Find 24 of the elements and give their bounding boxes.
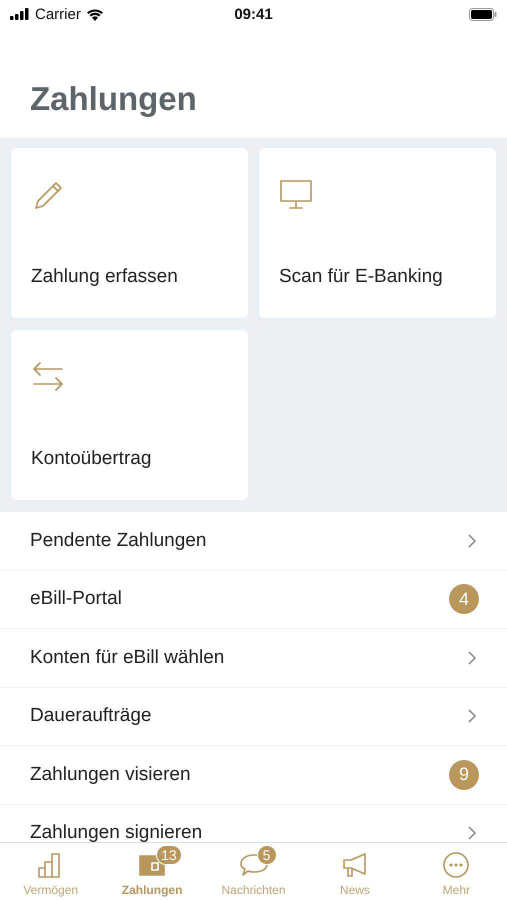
action-tile[interactable]: Zahlung erfassen bbox=[11, 148, 248, 318]
action-tile[interactable]: Scan für E-Banking bbox=[259, 148, 496, 318]
wifi-icon bbox=[86, 8, 104, 20]
action-tile[interactable]: Kontoübertrag bbox=[11, 330, 248, 500]
count-badge: 13 bbox=[156, 845, 182, 865]
menu-item[interactable]: Daueraufträge bbox=[0, 688, 507, 746]
chevron-right-icon bbox=[467, 650, 477, 666]
chevron-right-icon bbox=[467, 532, 477, 549]
menu-item[interactable]: Pendente Zahlungen bbox=[0, 512, 507, 570]
transfer-arrows-icon bbox=[31, 360, 65, 394]
clock-time: 09:41 bbox=[234, 6, 273, 22]
signal-icon bbox=[10, 8, 30, 20]
chevron-right-icon bbox=[467, 825, 477, 842]
count-badge: 9 bbox=[449, 760, 479, 790]
page-title: Zahlungen bbox=[29, 79, 198, 119]
count-badge: 5 bbox=[256, 845, 277, 865]
battery-icon bbox=[469, 8, 497, 20]
carrier-label: Carrier bbox=[35, 6, 81, 22]
menu-item[interactable]: Zahlungen visieren 9 bbox=[0, 746, 507, 804]
menu-item[interactable]: Konten für eBill wählen bbox=[0, 629, 507, 688]
monitor-icon bbox=[279, 178, 313, 212]
menu-item[interactable]: eBill-Portal 4 bbox=[0, 570, 507, 629]
chevron-right-icon bbox=[467, 708, 477, 724]
count-badge: 4 bbox=[449, 584, 479, 614]
